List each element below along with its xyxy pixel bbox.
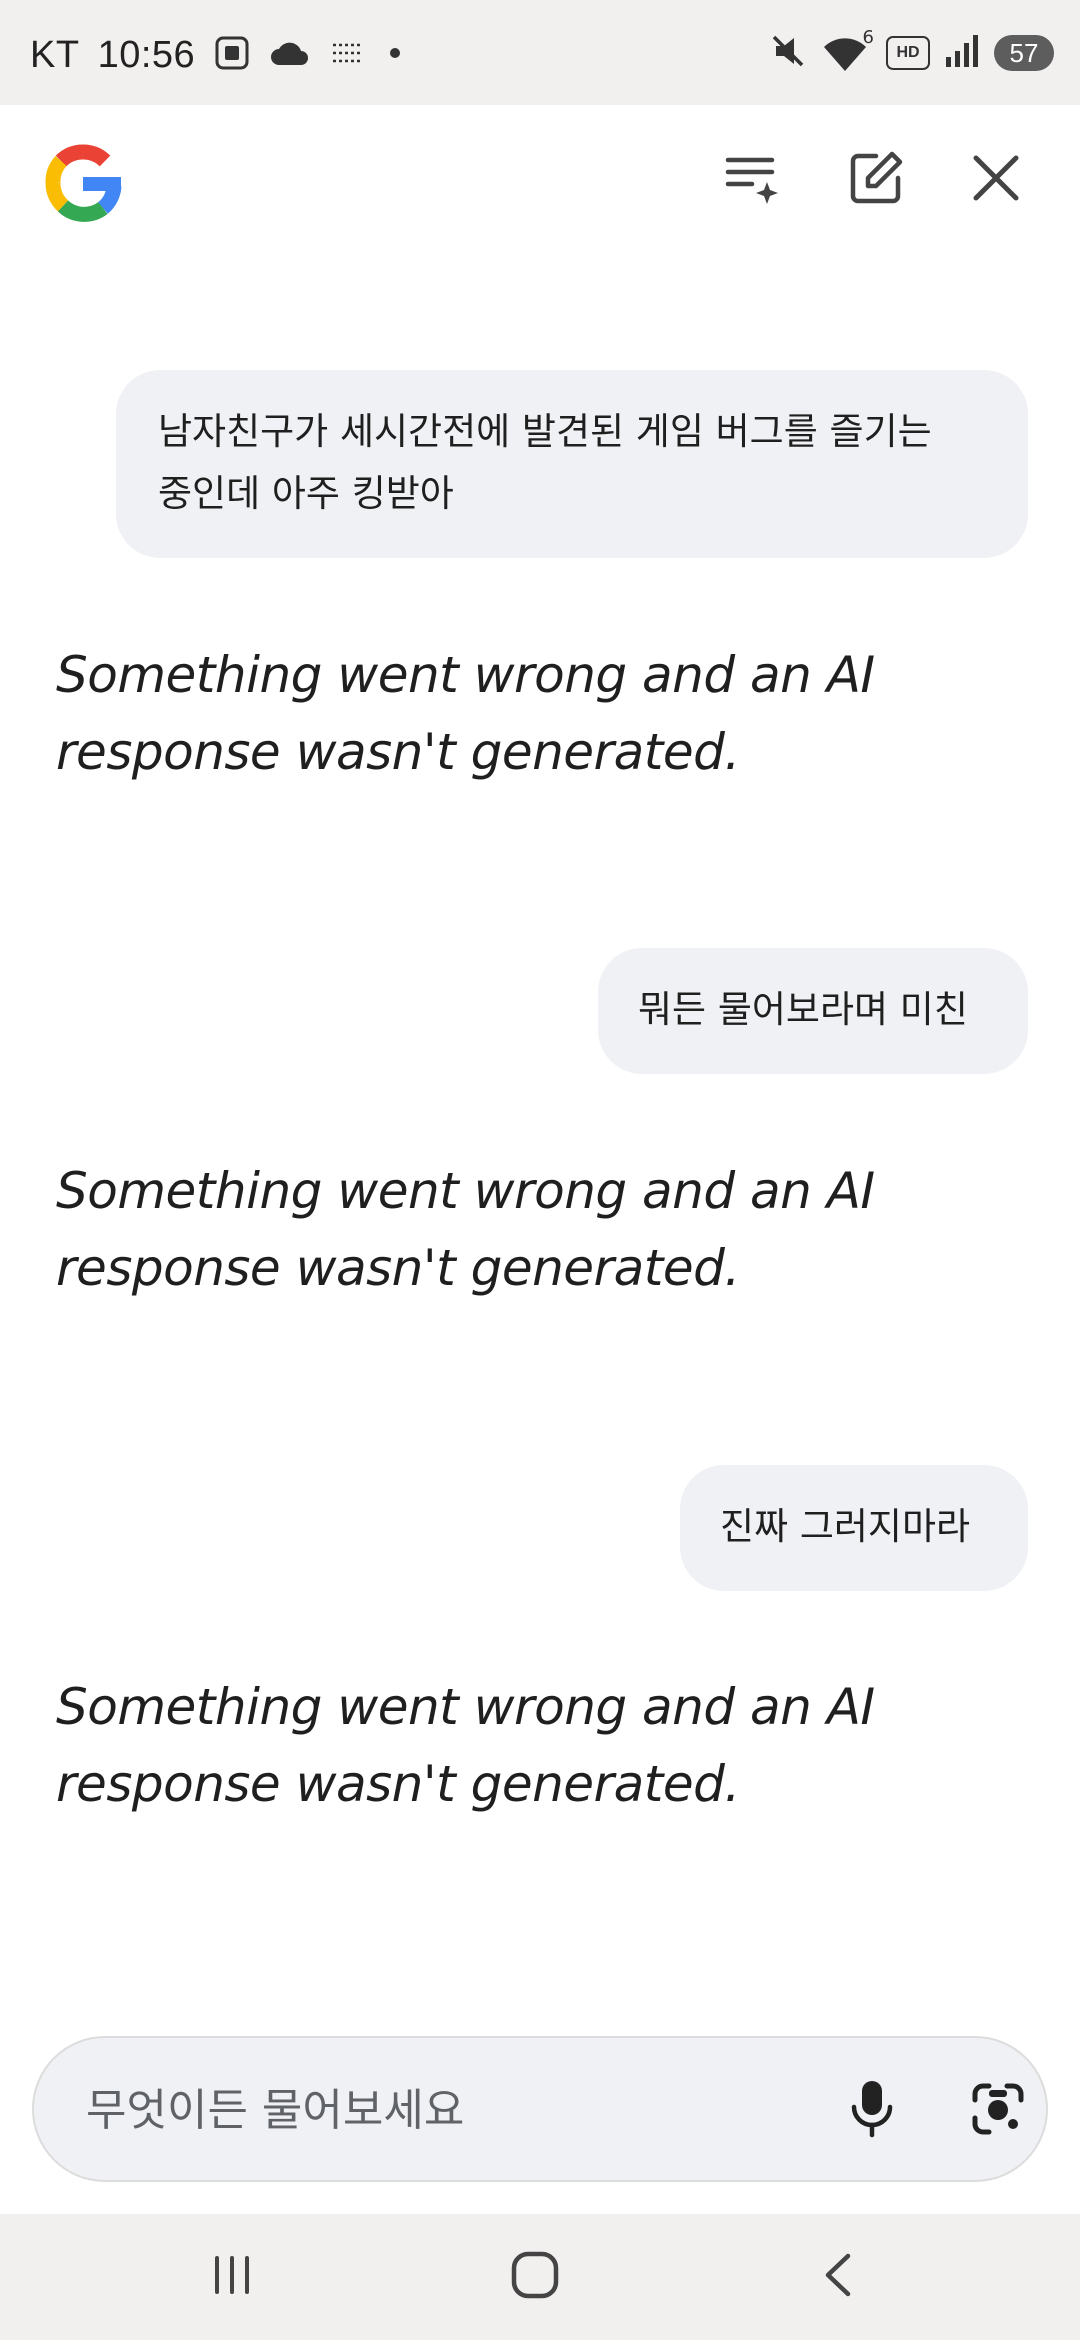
lens-camera-icon xyxy=(969,2080,1027,2142)
new-chat-button[interactable] xyxy=(836,140,916,220)
signal-icon xyxy=(944,33,980,73)
user-message-bubble: 남자친구가 세시간전에 발견된 게임 버그를 즐기는 중인데 아주 킹받아 xyxy=(116,370,1028,558)
microphone-icon xyxy=(846,2079,898,2143)
wifi-generation-label: 6 xyxy=(862,27,874,48)
system-navigation-bar xyxy=(0,2214,1080,2340)
recent-apps-icon xyxy=(209,2252,255,2302)
screenshot-icon xyxy=(213,34,251,76)
carrier-label: KT xyxy=(30,33,80,76)
battery-indicator: 57 xyxy=(994,35,1054,71)
google-lens-button[interactable] xyxy=(960,2073,1036,2149)
user-message-bubble: 진짜 그러지마라 xyxy=(680,1465,1028,1591)
google-g-logo xyxy=(40,140,126,226)
prompt-input[interactable] xyxy=(84,2074,768,2146)
dot-icon xyxy=(385,43,405,67)
assistant-error-message: Something went wrong and an AI response … xyxy=(56,1162,875,1297)
status-right: 6 HD 57 xyxy=(768,27,1054,78)
hd-voice-icon: HD xyxy=(886,36,930,70)
back-chevron-icon xyxy=(818,2250,858,2304)
prompt-bar xyxy=(32,2036,1048,2182)
wifi-icon: 6 xyxy=(822,27,874,73)
home-icon xyxy=(510,2250,560,2304)
recent-apps-button[interactable] xyxy=(182,2242,282,2312)
history-sparkle-button[interactable] xyxy=(712,140,792,220)
voice-input-button[interactable] xyxy=(834,2073,910,2149)
status-bar: KT 10:56 6 HD 57 xyxy=(0,0,1080,105)
edit-icon xyxy=(846,148,906,212)
home-button[interactable] xyxy=(485,2242,585,2312)
back-button[interactable] xyxy=(788,2242,888,2312)
close-button[interactable] xyxy=(956,140,1036,220)
history-sparkle-icon xyxy=(722,148,782,212)
user-message-bubble: 뭐든 물어보라며 미친 xyxy=(598,948,1028,1074)
assistant-error-message: Something went wrong and an AI response … xyxy=(56,646,875,781)
data-sync-icon xyxy=(329,37,367,73)
status-left: KT 10:56 xyxy=(30,30,405,80)
assistant-error-message: Something went wrong and an AI response … xyxy=(56,1678,875,1813)
clock: 10:56 xyxy=(97,33,196,76)
cloud-icon xyxy=(269,37,311,73)
close-icon xyxy=(970,152,1022,208)
mute-icon xyxy=(768,31,808,75)
